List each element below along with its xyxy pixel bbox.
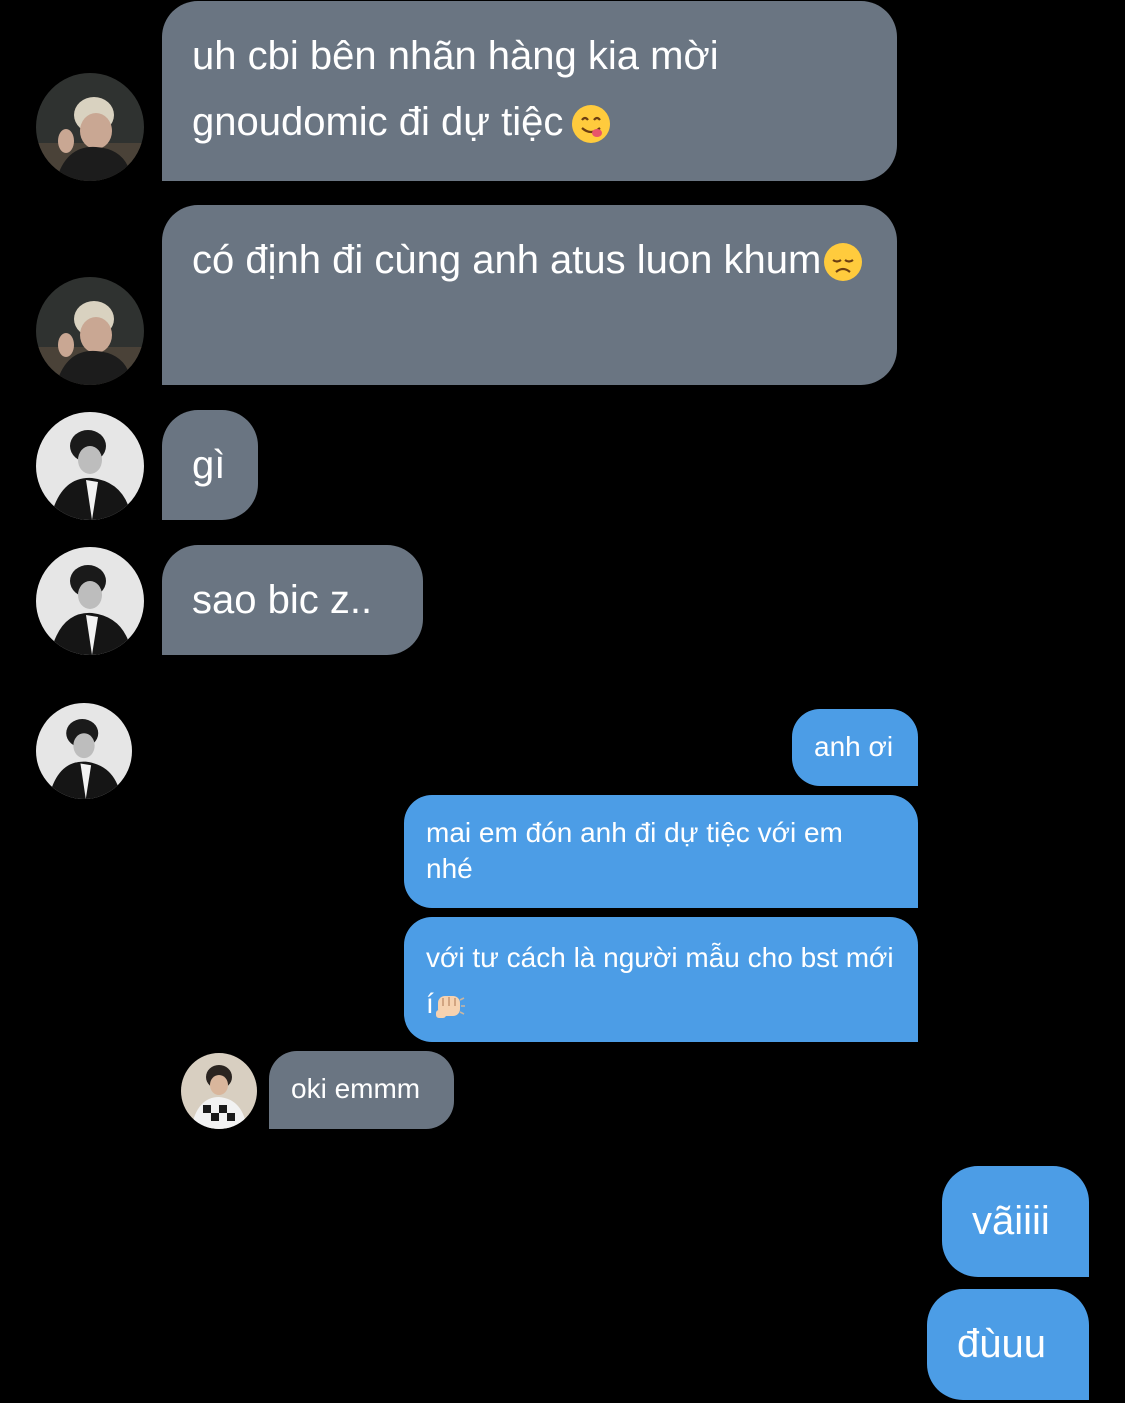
message-bubble-incoming[interactable]: sao bic z.. [162,545,423,655]
message-text: sao bic z.. [192,578,373,622]
avatar-photo-icon [181,1053,257,1129]
message-text: anh ơi [814,731,894,762]
avatar-dark-haired[interactable] [36,412,144,520]
message-bubble-outgoing[interactable]: anh ơi [792,709,918,786]
avatar-blond[interactable] [36,73,144,181]
message-bubble-incoming[interactable]: oki emmm [269,1051,454,1129]
message-bubble-outgoing[interactable]: vãiiii [942,1166,1089,1277]
message-bubble-incoming[interactable]: có định đi cùng anh atus luon khum [162,205,897,385]
message-text: đùuu [957,1322,1046,1366]
message-text: gì [192,443,226,487]
avatar-photo-icon [36,547,144,655]
avatar-checkered-sweater[interactable] [181,1053,257,1129]
chat-screen: { "messages": [ {"id": "m1", "text": "uh… [0,0,1125,1403]
message-text: oki emmm [291,1073,421,1104]
message-bubble-incoming[interactable]: gì [162,410,258,520]
message-bubble-outgoing[interactable]: đùuu [927,1289,1089,1400]
message-text: có định đi cùng anh atus luon khum [192,238,822,282]
message-bubble-outgoing[interactable]: với tư cách là người mẫu cho bst mới í [404,917,918,1042]
message-text: mai em đón anh đi dự tiệc với em nhé [426,817,843,884]
message-text: vãiiii [972,1199,1050,1243]
avatar-blond[interactable] [36,277,144,385]
avatar-photo-icon [36,412,144,520]
message-text: uh cbi bên nhãn hàng kia mời gnoudomic đ… [192,34,719,144]
disappointed-face-emoji [823,242,863,282]
message-bubble-incoming[interactable]: uh cbi bên nhãn hàng kia mời gnoudomic đ… [162,1,897,181]
yum-face-emoji [571,104,611,144]
avatar-dark-haired[interactable] [36,703,132,799]
avatar-photo-icon [36,73,144,181]
fist-bump-emoji [434,990,466,1022]
message-text: với tư cách là người mẫu cho bst mới í [426,942,894,1019]
avatar-dark-haired[interactable] [36,547,144,655]
avatar-photo-icon [36,277,144,385]
message-bubble-outgoing[interactable]: mai em đón anh đi dự tiệc với em nhé [404,795,918,908]
avatar-photo-icon [36,703,132,799]
